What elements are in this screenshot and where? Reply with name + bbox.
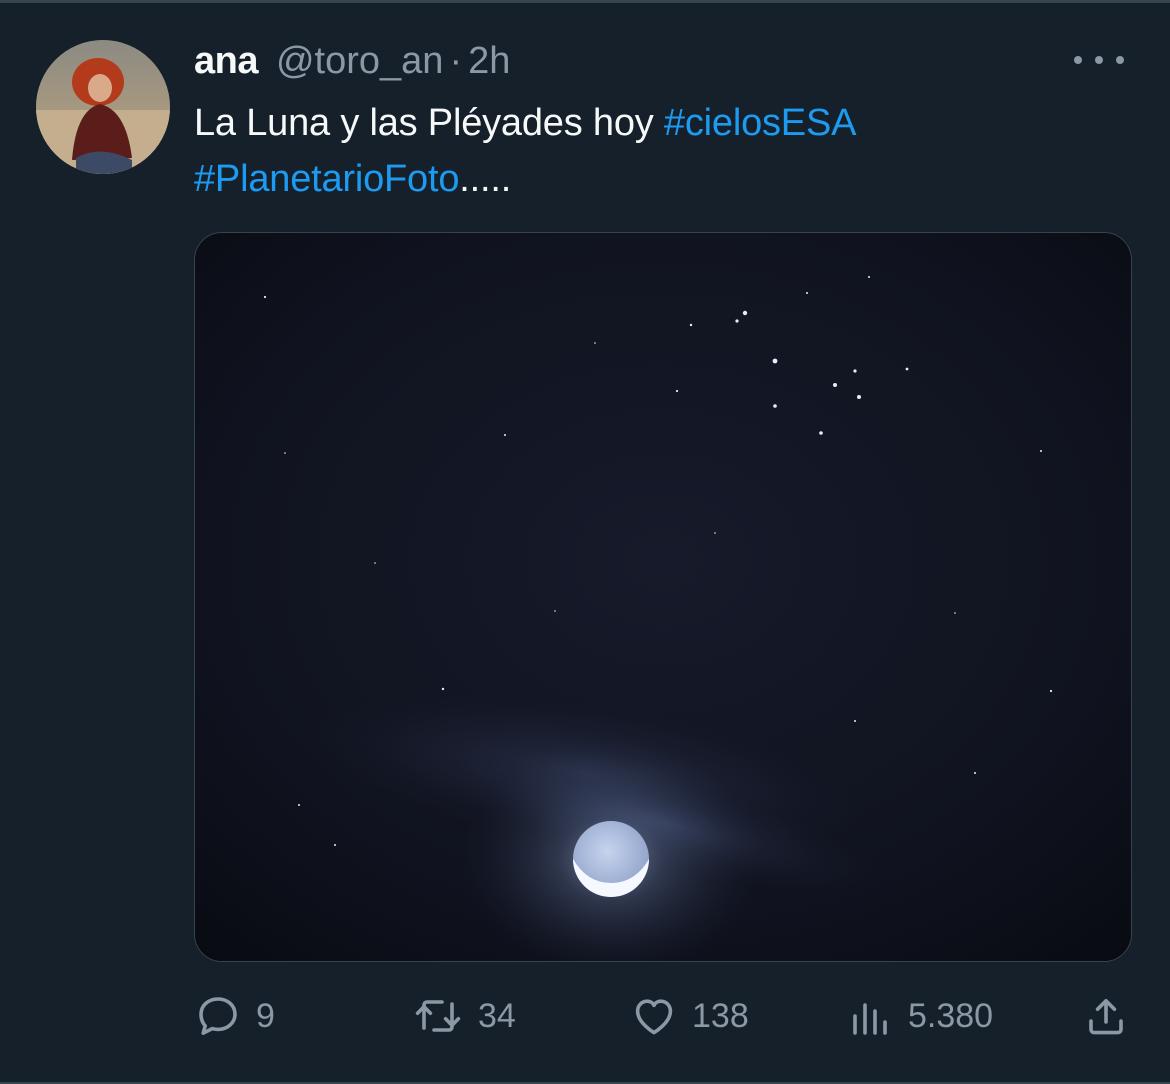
tweet-text-suffix: ..... xyxy=(459,158,512,200)
separator-dot: · xyxy=(449,40,463,82)
tweet-actions: 9 34 138 5.380 xyxy=(194,988,1134,1044)
views-count: 5.380 xyxy=(908,996,994,1035)
more-options-icon[interactable] xyxy=(1074,48,1124,72)
author-name[interactable]: ana xyxy=(194,40,258,83)
share-icon xyxy=(1089,999,1123,1035)
more-dot xyxy=(1074,56,1082,64)
views-chart-icon xyxy=(853,1003,887,1035)
tweet-text: La Luna y las Pléyades hoy #cielosESA #P… xyxy=(194,95,1094,207)
reply-button[interactable]: 9 xyxy=(194,988,275,1044)
like-button[interactable]: 138 xyxy=(630,988,749,1044)
timestamp[interactable]: 2h xyxy=(468,40,510,83)
hashtag-cielosesa[interactable]: #cielosESA xyxy=(664,102,857,144)
retweet-icon xyxy=(415,1000,461,1032)
views-button[interactable]: 5.380 xyxy=(846,988,993,1044)
reply-icon xyxy=(199,997,237,1035)
divider xyxy=(0,0,1170,3)
retweet-button[interactable]: 34 xyxy=(412,988,516,1044)
tweet[interactable]: ana @toro_an · 2h La Luna y las Pléyades… xyxy=(0,0,1170,1084)
more-dot xyxy=(1095,56,1103,64)
tweet-text-plain: La Luna y las Pléyades hoy xyxy=(194,102,654,144)
heart-icon xyxy=(635,999,673,1035)
retweet-count: 34 xyxy=(478,996,516,1035)
more-dot xyxy=(1116,56,1124,64)
avatar[interactable] xyxy=(36,40,170,174)
author-handle[interactable]: @toro_an xyxy=(276,40,443,83)
tweet-photo[interactable] xyxy=(194,232,1132,962)
like-count: 138 xyxy=(692,996,749,1035)
tweet-header: ana @toro_an · 2h xyxy=(194,40,510,84)
reply-count: 9 xyxy=(256,996,275,1035)
share-button[interactable] xyxy=(1082,988,1130,1044)
hashtag-planetariofoto[interactable]: #PlanetarioFoto xyxy=(194,158,459,200)
